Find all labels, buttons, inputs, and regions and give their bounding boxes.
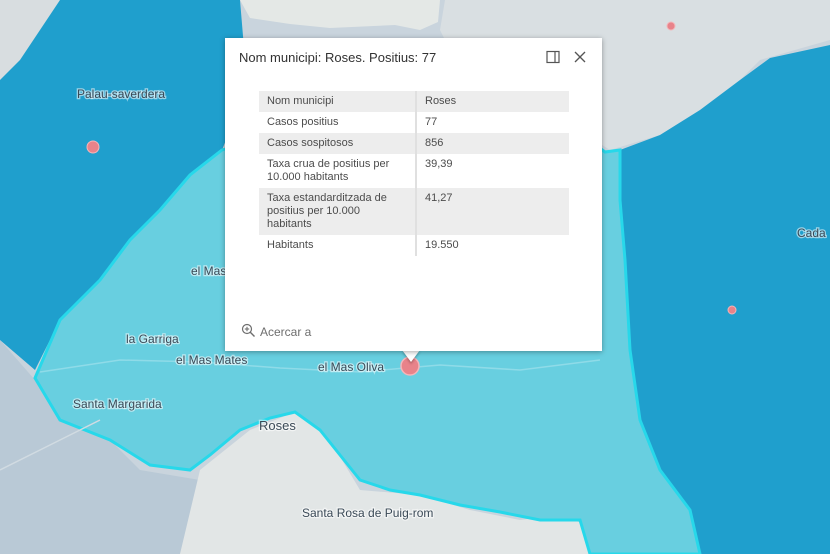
- case-marker-cadaques[interactable]: [727, 305, 737, 315]
- case-marker-north[interactable]: [666, 21, 676, 31]
- attr-value: Roses: [416, 91, 569, 112]
- attr-key: Taxa crua de positius per 10.000 habitan…: [259, 154, 417, 188]
- attr-value: 39,39: [416, 154, 569, 188]
- table-row: Habitants 19.550: [259, 235, 569, 256]
- attr-key: Habitants: [259, 235, 417, 256]
- place-label-el-mas: el Mas: [191, 264, 226, 278]
- close-icon[interactable]: [572, 49, 588, 65]
- case-marker-palau[interactable]: [86, 140, 100, 154]
- popup-pointer: [402, 350, 420, 362]
- attr-value: 77: [416, 112, 569, 133]
- attr-key: Taxa estandarditzada de positius per 10.…: [259, 188, 417, 235]
- attr-key: Nom municipi: [259, 91, 417, 112]
- info-popup: Nom municipi: Roses. Positius: 77 Nom mu…: [225, 38, 602, 351]
- zoom-to-label: Acercar a: [260, 325, 312, 339]
- table-row: Casos positius 77: [259, 112, 569, 133]
- attr-key: Casos sospitosos: [259, 133, 417, 154]
- place-label-palau: Palau-saverdera: [77, 87, 165, 101]
- table-row: Taxa crua de positius per 10.000 habitan…: [259, 154, 569, 188]
- zoom-to-button[interactable]: Acercar a: [241, 323, 311, 341]
- dock-icon[interactable]: [545, 49, 561, 65]
- place-label-santa-rosa: Santa Rosa de Puig-rom: [302, 506, 433, 520]
- place-label-santa-margarida: Santa Margarida: [73, 397, 162, 411]
- place-label-roses: Roses: [259, 418, 296, 433]
- place-label-el-mas-oliva: el Mas Oliva: [318, 360, 384, 374]
- table-row: Casos sospitosos 856: [259, 133, 569, 154]
- attr-value: 856: [416, 133, 569, 154]
- popup-title: Nom municipi: Roses. Positius: 77: [239, 50, 437, 65]
- attr-value: 41,27: [416, 188, 569, 235]
- place-label-cadaques: Cada: [797, 226, 826, 240]
- table-row: Taxa estandarditzada de positius per 10.…: [259, 188, 569, 235]
- attr-value: 19.550: [416, 235, 569, 256]
- zoom-in-icon: [241, 323, 256, 341]
- place-label-el-mas-mates: el Mas Mates: [176, 353, 247, 367]
- place-label-la-garriga: la Garriga: [126, 332, 179, 346]
- attr-key: Casos positius: [259, 112, 417, 133]
- table-row: Nom municipi Roses: [259, 91, 569, 112]
- attribute-table: Nom municipi Roses Casos positius 77 Casos…: [259, 91, 569, 256]
